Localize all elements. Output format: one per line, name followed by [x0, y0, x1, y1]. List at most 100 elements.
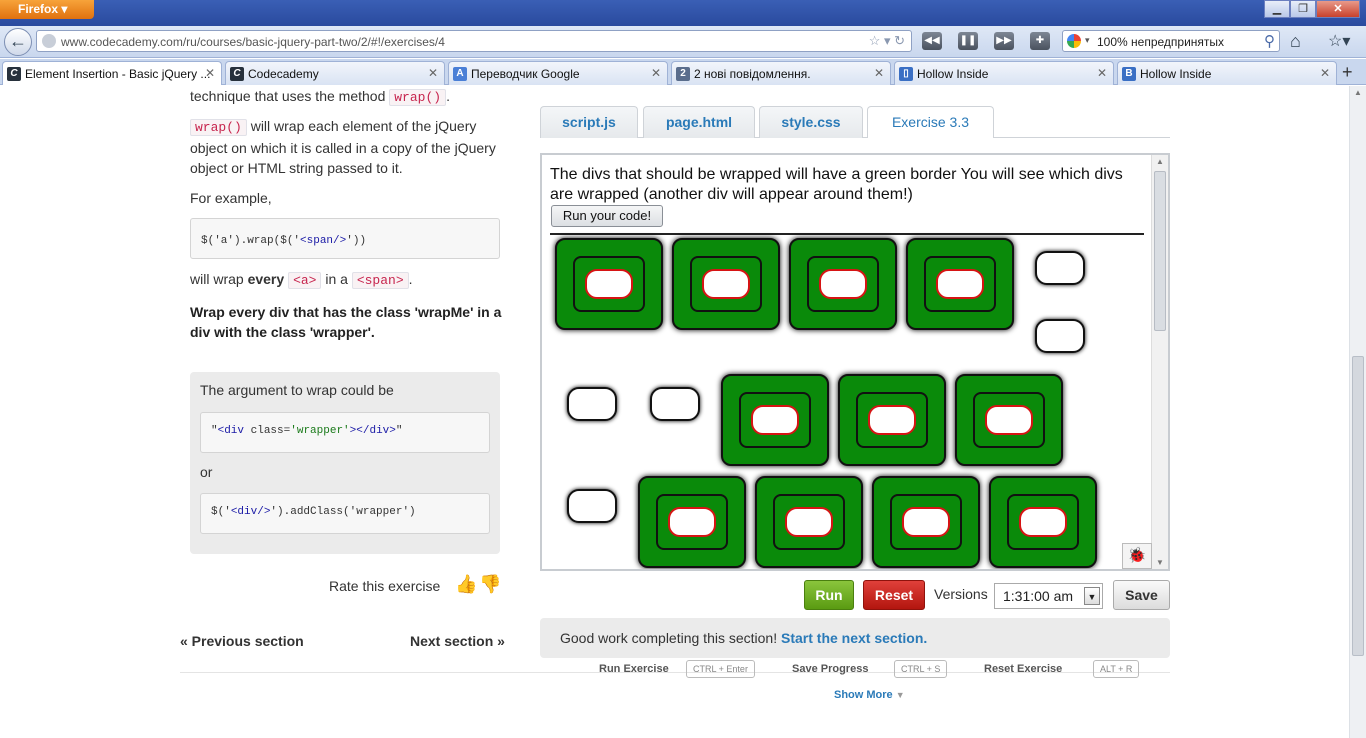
codecademy-icon: C [7, 67, 21, 81]
bookmarks-icon[interactable]: ☆▾ [1328, 31, 1350, 51]
reset-button[interactable]: Reset [863, 580, 925, 610]
show-more-link[interactable]: Show More ▼ [834, 689, 905, 701]
url-text[interactable]: www.codecademy.com/ru/courses/basic-jque… [61, 35, 445, 49]
rewind-icon[interactable]: ◀◀ [922, 32, 942, 50]
search-bar[interactable]: ▾ 100% непредпринятых ⚲ [1062, 30, 1280, 52]
search-input[interactable]: 100% непредпринятых [1097, 35, 1224, 49]
close-tab-icon[interactable]: ✕ [205, 66, 215, 80]
inner-div [668, 507, 716, 537]
browser-tab[interactable]: A Переводчик Google ✕ [448, 61, 668, 85]
close-tab-icon[interactable]: ✕ [874, 66, 884, 80]
tab-script-js[interactable]: script.js [540, 106, 638, 138]
wrapme-div [856, 392, 928, 448]
url-bar[interactable]: www.codecademy.com/ru/courses/basic-jque… [36, 30, 912, 52]
back-arrow-icon[interactable]: ← [4, 28, 32, 56]
thumbs-down-icon[interactable]: 👎 [479, 574, 501, 595]
wrapper-div [672, 238, 780, 330]
google-logo-icon[interactable] [1067, 34, 1081, 48]
scroll-thumb[interactable] [1154, 171, 1166, 331]
wrapper-div [989, 476, 1097, 568]
site-identity-icon[interactable] [42, 34, 56, 48]
inner-div [819, 269, 867, 299]
rate-label: Rate this exercise [329, 578, 441, 594]
inner-div [751, 405, 799, 435]
close-tab-icon[interactable]: ✕ [651, 66, 661, 80]
run-your-code-button[interactable]: Run your code! [551, 205, 663, 227]
editor-tab-strip: script.js page.html style.css Exercise 3… [540, 106, 1170, 138]
inner-div [1019, 507, 1067, 537]
code-text: 'wrapper' [290, 425, 350, 437]
plain-div [1035, 251, 1085, 285]
firebug-icon[interactable]: 🐞 [1122, 543, 1152, 569]
wrapper-div [872, 476, 980, 568]
wrapme-div [573, 256, 645, 312]
tab-page-html[interactable]: page.html [643, 106, 755, 138]
next-section-link[interactable]: Next section » [410, 633, 505, 649]
plain-div [1035, 319, 1085, 353]
plus-icon[interactable]: ✚ [1030, 32, 1050, 50]
codecademy-icon: C [230, 67, 244, 81]
versions-select[interactable]: 1:31:00 am ▼ [994, 583, 1103, 609]
minimize-icon[interactable]: ▁ [1264, 0, 1290, 18]
scroll-up-icon[interactable]: ▲ [1156, 157, 1164, 166]
wrapme-div [656, 494, 728, 550]
example-code-block: $('a').wrap($('<span/>')) [190, 218, 500, 259]
search-engine-dropdown-icon[interactable]: ▾ [1085, 35, 1090, 46]
inner-div [585, 269, 633, 299]
close-window-icon[interactable]: ✕ [1316, 0, 1360, 18]
browser-tab[interactable]: C Element Insertion - Basic jQuery ... ✕ [2, 61, 222, 85]
completion-banner: Good work completing this section! Start… [540, 618, 1170, 658]
browser-tab[interactable]: 2 2 нові повідомлення. ✕ [671, 61, 891, 85]
lesson-paragraph: wrap() will wrap each element of the jQu… [190, 116, 505, 178]
search-icon[interactable]: ⚲ [1264, 32, 1275, 50]
close-tab-icon[interactable]: ✕ [428, 66, 438, 80]
tab-exercise-result[interactable]: Exercise 3.3 [867, 106, 994, 138]
code-text: <div [217, 425, 245, 437]
close-tab-icon[interactable]: ✕ [1320, 66, 1330, 80]
wrapper-div [755, 476, 863, 568]
close-tab-icon[interactable]: ✕ [1097, 66, 1107, 80]
tab-label: Переводчик Google [471, 67, 580, 81]
wrapme-div [924, 256, 996, 312]
maximize-icon[interactable]: ❐ [1290, 0, 1316, 18]
browser-tab[interactable]: C Codecademy ✕ [225, 61, 445, 85]
browser-tab[interactable]: ▯ Hollow Inside ✕ [894, 61, 1114, 85]
save-button[interactable]: Save [1113, 580, 1170, 610]
scroll-up-icon[interactable]: ▲ [1354, 88, 1362, 97]
wrapper-div [721, 374, 829, 466]
wrapme-div [973, 392, 1045, 448]
shortcut-keys: CTRL + S [894, 660, 948, 678]
browser-tab[interactable]: B Hollow Inside ✕ [1117, 61, 1337, 85]
start-next-section-link[interactable]: Start the next section. [781, 630, 927, 646]
thumbs-up-icon[interactable]: 👍 [455, 574, 477, 595]
code-text: <div/> [230, 506, 271, 518]
firefox-menu-button[interactable]: Firefox ▾ [0, 0, 94, 19]
tab-style-css[interactable]: style.css [759, 106, 863, 138]
new-tab-icon[interactable]: + [1342, 62, 1353, 83]
chevron-down-icon[interactable]: ▼ [1084, 587, 1100, 605]
hint-code-block: $('<div/>').addClass('wrapper') [200, 493, 490, 534]
horizontal-rule [550, 233, 1144, 235]
result-scrollbar[interactable]: ▲ ▼ [1151, 155, 1168, 569]
run-button[interactable]: Run [804, 580, 854, 610]
scroll-thumb[interactable] [1352, 356, 1364, 656]
page-scrollbar[interactable]: ▲ [1349, 86, 1366, 738]
star-reload-icon[interactable]: ☆ ▾ ↻ [869, 33, 905, 49]
scroll-down-icon[interactable]: ▼ [1156, 558, 1164, 567]
hint-title: The argument to wrap could be [200, 382, 394, 398]
wrapper-div [906, 238, 1014, 330]
forward-icon[interactable]: ▶▶ [994, 32, 1014, 50]
wrapper-div [955, 374, 1063, 466]
home-icon[interactable]: ⌂ [1290, 31, 1301, 52]
hint-or: or [200, 464, 213, 480]
tab-label: 2 нові повідомлення. [694, 67, 811, 81]
plain-div [650, 387, 700, 421]
for-example-text: For example, [190, 190, 272, 206]
previous-section-link[interactable]: « Previous section [180, 633, 304, 649]
blogger-icon: ▯ [899, 67, 913, 81]
inner-div [902, 507, 950, 537]
tab-label: Codecademy [248, 67, 319, 81]
shortcut-keys: ALT + R [1093, 660, 1140, 678]
pause-icon[interactable]: ❚❚ [958, 32, 978, 50]
lesson-paragraph: will wrap every <a> in a <span>. [190, 271, 413, 289]
